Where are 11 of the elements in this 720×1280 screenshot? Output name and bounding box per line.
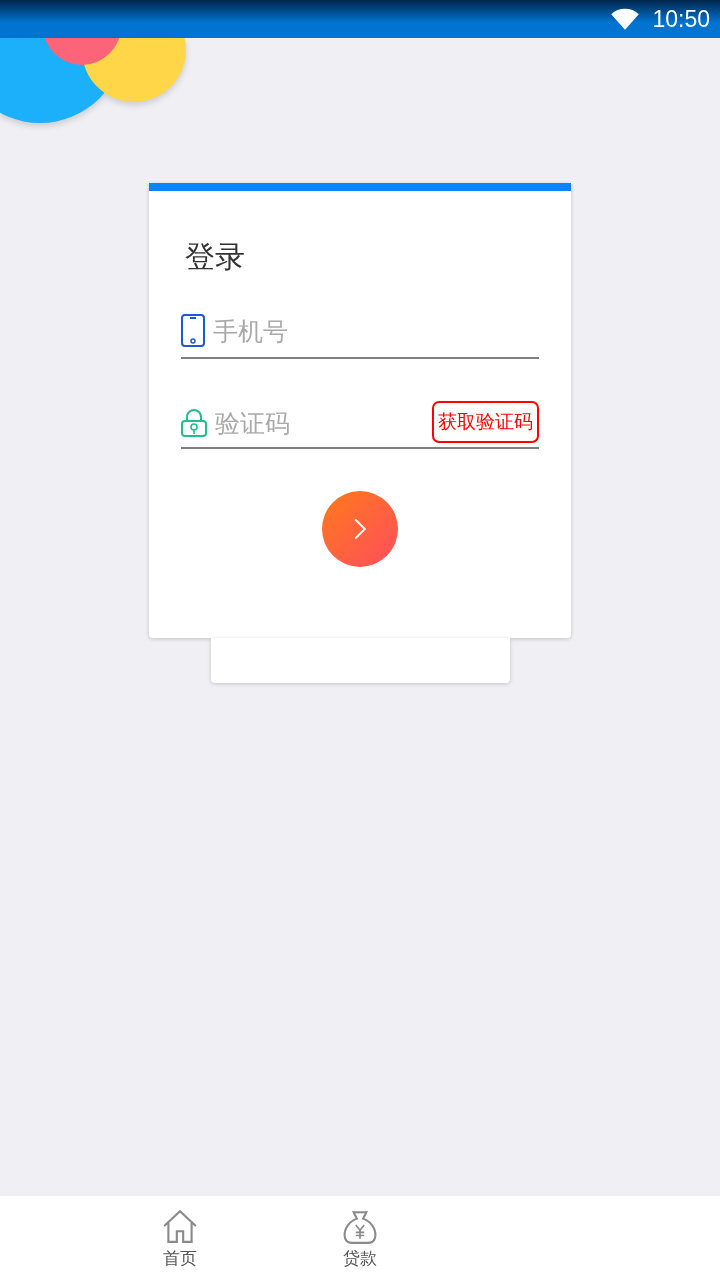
login-title: 登录 [185, 238, 246, 276]
chevron-right-icon [352, 516, 368, 542]
tab-item[interactable]: 首页 [90, 1196, 270, 1280]
code-input-field[interactable]: 验证码 [213, 407, 426, 439]
clock-time: 10:50 [652, 5, 710, 33]
phone-icon [181, 314, 205, 348]
tab-item[interactable]: 贷款 [270, 1196, 450, 1280]
phone-input-field[interactable]: 手机号 [211, 315, 539, 347]
get-code-button[interactable]: 获取验证码 [432, 400, 539, 443]
lock-icon [181, 409, 207, 437]
wifi-icon [610, 7, 641, 31]
